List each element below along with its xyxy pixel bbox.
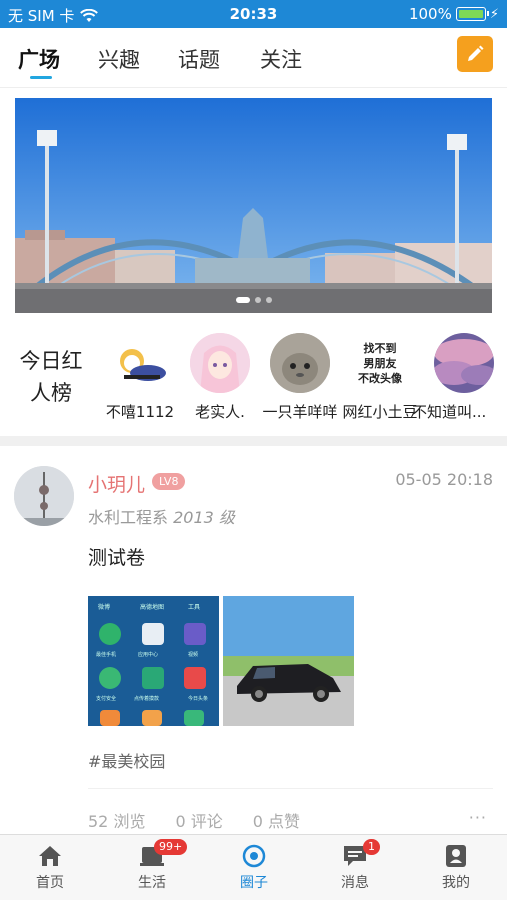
battery-percent: 100% <box>408 5 452 23</box>
nav-circle[interactable]: 圈子 <box>214 843 294 892</box>
red-list-user[interactable]: 不知道叫... <box>412 333 507 422</box>
grade-label: 2013 级 <box>173 508 235 527</box>
red-list-user[interactable]: 不嘻1112 <box>100 333 180 422</box>
svg-text:最佳手机: 最佳手机 <box>96 651 116 658</box>
red-list-user[interactable]: 一只羊咩咩 <box>260 333 340 422</box>
post-topic-tag[interactable]: #最美校园 <box>88 748 165 772</box>
active-tab-indicator <box>30 76 52 79</box>
phone-screen-label: 最佳手机 <box>96 651 116 658</box>
charging-icon: ⚡ <box>489 6 499 22</box>
avatar <box>270 333 330 393</box>
red-list-username: 一只羊咩咩 <box>262 403 338 421</box>
banner-carousel[interactable] <box>15 98 492 313</box>
author-avatar[interactable] <box>14 466 74 526</box>
campus-gate-image <box>15 98 492 313</box>
nav-messages[interactable]: 1 消息 <box>315 839 395 892</box>
avatar-caption: 找不到 男朋友 不改头像 <box>358 341 402 385</box>
phone-screen-label: 应用中心 <box>138 651 158 658</box>
red-list-username: 不嘻1112 <box>105 403 175 421</box>
carousel-dots <box>235 297 272 303</box>
sleeping-cartoon-avatar <box>120 349 166 381</box>
nav-label: 圈子 <box>240 875 268 891</box>
section-divider <box>0 436 507 446</box>
svg-text:工具: 工具 <box>188 604 200 611</box>
phone-screen-label: 点传着摸款 <box>134 695 159 702</box>
svg-text:高德地图: 高德地图 <box>140 603 164 611</box>
circle-icon <box>242 844 266 868</box>
phone-screen-label: 微博 <box>98 603 110 611</box>
phone-screen-label: 今日头条 <box>188 695 208 702</box>
post-image-1[interactable]: 微博 高德地图 工具 最佳手机 应用中心 视频 支付安全 点传着摸款 今日头条 <box>88 596 219 726</box>
more-options-icon[interactable]: ··· <box>469 808 487 827</box>
red-list-username: 老实人. <box>195 403 245 421</box>
comment-count[interactable]: 0 评论 <box>175 808 222 832</box>
battery-icon <box>455 7 489 21</box>
svg-text:今日头条: 今日头条 <box>188 695 208 702</box>
author-name[interactable]: 小玥儿 <box>88 470 145 497</box>
pencil-icon <box>468 45 484 61</box>
nav-label: 首页 <box>36 875 64 891</box>
tab-follow[interactable]: 关注 <box>260 44 302 74</box>
nav-label: 生活 <box>138 875 166 891</box>
carousel-dot[interactable] <box>265 297 272 303</box>
home-icon <box>39 846 61 866</box>
red-list-user[interactable]: 找不到 男朋友 不改头像 网红小土豆 <box>340 333 420 422</box>
tab-interest[interactable]: 兴趣 <box>98 44 140 74</box>
red-list-title: 今日红人榜 <box>19 349 83 405</box>
author-department: 水利工程系 2013 级 <box>88 504 235 528</box>
profile-icon <box>446 845 466 867</box>
avatar <box>190 333 250 393</box>
notification-badge: 99+ <box>154 839 188 855</box>
carousel-dot[interactable] <box>235 297 250 303</box>
nav-label: 我的 <box>442 875 470 891</box>
red-list-user[interactable]: 老实人. <box>180 333 260 422</box>
compose-button[interactable] <box>457 36 493 72</box>
like-count[interactable]: 0 点赞 <box>253 808 300 832</box>
red-list-username: 网红小土豆 <box>342 403 418 421</box>
bottom-nav: 首页 99+ 生活 圈子 1 消息 我的 <box>0 834 507 900</box>
notification-badge: 1 <box>363 839 380 855</box>
cloud-sky-avatar <box>433 333 494 393</box>
anime-girl-avatar <box>190 333 250 393</box>
phone-screen-label: 工具 <box>188 604 200 611</box>
tab-topic[interactable]: 话题 <box>178 44 220 74</box>
tower-photo-avatar <box>14 466 74 526</box>
post-divider <box>88 788 493 789</box>
phone-screen-label: 支付安全 <box>96 695 116 702</box>
carousel-dot[interactable] <box>254 297 261 303</box>
nav-life[interactable]: 99+ 生活 <box>112 839 192 892</box>
cat-avatar <box>270 333 330 393</box>
nav-profile[interactable]: 我的 <box>416 843 496 892</box>
post-stats: 52 浏览 0 评论 0 点赞 <box>88 808 300 832</box>
svg-text:点传着摸款: 点传着摸款 <box>134 695 159 702</box>
post-image-2[interactable] <box>223 596 354 726</box>
post-time: 05-05 20:18 <box>395 470 493 489</box>
phone-screen-label: 高德地图 <box>140 603 164 611</box>
car-photo-image <box>223 596 354 726</box>
status-bar: 无 SIM 卡 20:33 100% ⚡ <box>0 0 507 28</box>
tab-square[interactable]: 广场 <box>18 44 60 74</box>
phone-screen-label: 视频 <box>188 651 198 658</box>
nav-label: 消息 <box>341 875 369 891</box>
svg-text:微博: 微博 <box>98 603 110 611</box>
post-content: 测试卷 <box>88 547 146 569</box>
svg-text:应用中心: 应用中心 <box>138 651 158 658</box>
red-list-username: 不知道叫... <box>412 403 487 421</box>
top-nav: 广场 兴趣 话题 关注 <box>0 28 507 88</box>
text-avatar: 找不到 男朋友 不改头像 <box>350 333 410 393</box>
department-name: 水利工程系 <box>88 508 169 527</box>
level-badge: LV8 <box>152 473 186 490</box>
red-list-section: 今日红人榜 不嘻1112 老实人. 一只羊咩咩 找不到 男朋友 不改头像 网红小… <box>0 325 507 430</box>
svg-text:支付安全: 支付安全 <box>96 695 116 702</box>
avatar <box>110 333 170 393</box>
feed-post[interactable]: 小玥儿 LV8 05-05 20:18 水利工程系 2013 级 测试卷 微博 … <box>0 446 507 836</box>
status-right: 100% ⚡ <box>409 5 499 23</box>
phone-screenshot-image: 微博 高德地图 工具 最佳手机 应用中心 视频 支付安全 点传着摸款 今日头条 <box>88 596 219 726</box>
nav-home[interactable]: 首页 <box>10 843 90 892</box>
avatar <box>433 333 494 393</box>
svg-text:视频: 视频 <box>188 651 198 658</box>
view-count: 52 浏览 <box>88 812 146 831</box>
